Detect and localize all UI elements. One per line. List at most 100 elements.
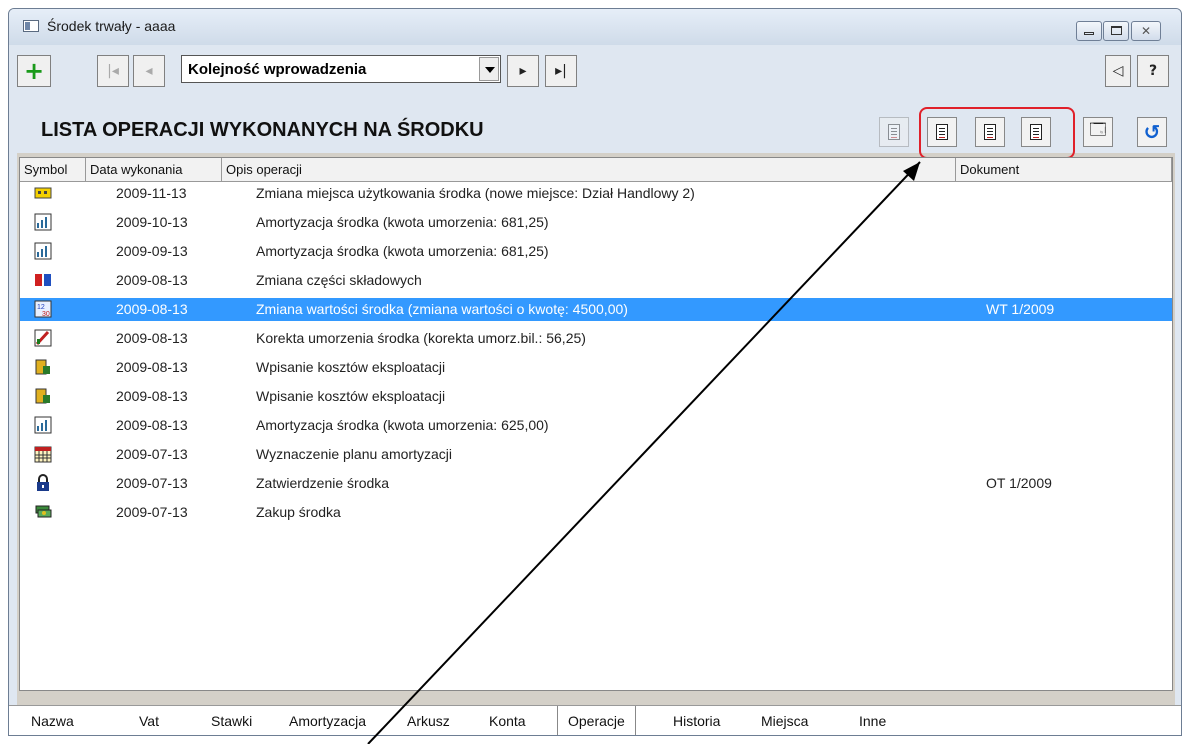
first-record-button[interactable]: |◂ [97, 55, 129, 87]
value-change-icon: 12 30 [34, 300, 52, 318]
row-description: Wpisanie kosztów eksploatacji [256, 359, 446, 375]
row-description: Zmiana części składowych [256, 272, 422, 288]
table-row[interactable]: 2009-08-13 Korekta umorzenia środka (kore… [20, 327, 1172, 350]
dropdown-arrow-icon[interactable] [479, 57, 499, 81]
table-row[interactable]: 2009-10-13 Amortyzacja środka (kwota umor… [20, 211, 1172, 234]
row-description: Wyznaczenie planu amortyzacji [256, 446, 452, 462]
column-date[interactable]: Data wykonania [86, 158, 222, 182]
table-row[interactable]: 12 30 2009-08-13 Zmiana wartości środka (zm… [20, 298, 1172, 321]
calendar-icon [34, 445, 52, 463]
last-icon: ▸| [555, 63, 567, 79]
table-row[interactable]: 2009-07-13 Wyznaczenie planu amortyzacji [20, 443, 1172, 466]
triangle-left-icon: ◁ [1112, 63, 1124, 79]
add-document-icon [888, 124, 900, 140]
table-row[interactable]: 2009-09-13 Amortyzacja środka (kwota umor… [20, 240, 1172, 263]
properties-icon: 🗔 [1089, 119, 1107, 139]
relocation-icon [34, 184, 52, 202]
row-description: Zmiana miejsca użytkowania środka (nowe … [256, 185, 695, 201]
column-document[interactable]: Dokument [956, 158, 1172, 182]
operations-panel: LISTA OPERACJI WYKONANYCH NA ŚRODKU 🗔 ↺ … [17, 99, 1175, 717]
column-symbol[interactable]: Symbol [20, 158, 86, 182]
svg-text:12: 12 [37, 304, 45, 311]
minimize-button[interactable] [1076, 21, 1102, 41]
tab-nazwa[interactable]: Nazwa [31, 713, 74, 729]
refresh-button[interactable]: ↺ [1137, 117, 1167, 147]
add-document-button[interactable] [879, 117, 909, 147]
last-record-button[interactable]: ▸| [545, 55, 577, 87]
close-button[interactable]: ✕ [1131, 21, 1161, 41]
row-date: 2009-08-13 [116, 330, 188, 346]
tab-inne[interactable]: Inne [859, 713, 886, 729]
close-icon: ✕ [1140, 24, 1152, 38]
row-description: Amortyzacja środka (kwota umorzenia: 625… [256, 417, 549, 433]
sort-order-value: Kolejność wprowadzenia [188, 61, 367, 78]
row-description: Wpisanie kosztów eksploatacji [256, 388, 446, 404]
depreciation-chart-icon [34, 242, 52, 260]
lock-icon [34, 474, 52, 492]
table-row[interactable]: 2009-08-13 Amortyzacja środka (kwota umor… [20, 414, 1172, 437]
table-row[interactable]: 2009-11-13 Zmiana miejsca użytkowania śro… [20, 182, 1172, 205]
table-row[interactable]: 2009-07-13 Zatwierdzenie środka OT 1/2009 [20, 472, 1172, 495]
tab-miejsca[interactable]: Miejsca [761, 713, 808, 729]
row-description: Zmiana wartości środka (zmiana wartości … [256, 301, 628, 317]
help-icon: ? [1148, 63, 1158, 79]
row-description: Zatwierdzenie środka [256, 475, 390, 491]
add-button[interactable]: + [17, 55, 51, 87]
collapse-panel-button[interactable]: ◁ [1105, 55, 1131, 87]
maximize-button[interactable] [1103, 21, 1129, 41]
previous-record-button[interactable]: ◂ [133, 55, 165, 87]
depreciation-chart-icon [34, 213, 52, 231]
next-record-button[interactable]: ▸ [507, 55, 539, 87]
money-icon [34, 503, 52, 521]
row-date: 2009-08-13 [116, 417, 188, 433]
row-date: 2009-07-13 [116, 504, 188, 520]
first-icon: |◂ [107, 63, 119, 79]
annotation-highlight-box [919, 107, 1075, 159]
refresh-icon: ↺ [1143, 120, 1161, 144]
tab-amortyzacja[interactable]: Amortyzacja [289, 713, 366, 729]
depreciation-chart-icon [34, 416, 52, 434]
tab-stawki[interactable]: Stawki [211, 713, 252, 729]
column-description[interactable]: Opis operacji [222, 158, 956, 182]
list-header: LISTA OPERACJI WYKONANYCH NA ŚRODKU 🗔 ↺ [17, 99, 1175, 159]
row-date: 2009-10-13 [116, 214, 188, 230]
tab-konta[interactable]: Konta [489, 713, 526, 729]
page-title: LISTA OPERACJI WYKONANYCH NA ŚRODKU [41, 119, 484, 141]
tab-historia[interactable]: Historia [673, 713, 720, 729]
costs-icon [34, 358, 52, 376]
sort-order-select[interactable]: Kolejność wprowadzenia [181, 55, 501, 83]
operations-list[interactable]: Symbol Data wykonania Opis operacji Doku… [19, 157, 1173, 691]
navigation-toolbar: + |◂ ◂ Kolejność wprowadzenia ▸ ▸| ◁ ? [17, 51, 1175, 95]
window-icon [23, 20, 39, 32]
table-row[interactable]: 2009-08-13 Wpisanie kosztów eksploatacji [20, 356, 1172, 379]
row-description: Amortyzacja środka (kwota umorzenia: 681… [256, 214, 549, 230]
table-row[interactable]: 2009-07-13 Zakup środka [20, 501, 1172, 524]
tab-vat[interactable]: Vat [139, 713, 159, 729]
row-date: 2009-08-13 [116, 272, 188, 288]
row-description: Amortyzacja środka (kwota umorzenia: 681… [256, 243, 549, 259]
row-date: 2009-07-13 [116, 475, 188, 491]
previous-icon: ◂ [145, 63, 153, 79]
window-title: Środek trwały - aaaa [47, 18, 176, 34]
table-row[interactable]: 2009-08-13 Wpisanie kosztów eksploatacji [20, 385, 1172, 408]
tab-operacje[interactable]: Operacje [557, 706, 636, 735]
help-button[interactable]: ? [1137, 55, 1169, 87]
row-description: Zakup środka [256, 504, 341, 520]
tab-bar: Nazwa Vat Stawki Amortyzacja Arkusz Konta Oper… [9, 705, 1181, 735]
title-bar: Środek trwały - aaaa ✕ [9, 9, 1181, 45]
minimize-icon [1084, 32, 1094, 35]
row-date: 2009-08-13 [116, 359, 188, 375]
row-date: 2009-07-13 [116, 446, 188, 462]
components-icon [34, 271, 52, 289]
main-window: Środek trwały - aaaa ✕ + |◂ ◂ Kolejność … [8, 8, 1182, 736]
row-document: OT 1/2009 [986, 475, 1052, 491]
svg-text:30: 30 [42, 311, 50, 318]
costs-icon [34, 387, 52, 405]
properties-button[interactable]: 🗔 [1083, 117, 1113, 147]
maximize-icon [1110, 26, 1122, 35]
row-document: WT 1/2009 [986, 301, 1055, 317]
table-row[interactable]: 2009-08-13 Zmiana części składowych [20, 269, 1172, 292]
next-icon: ▸ [519, 63, 527, 79]
tab-arkusz[interactable]: Arkusz [407, 713, 450, 729]
row-date: 2009-08-13 [116, 388, 188, 404]
